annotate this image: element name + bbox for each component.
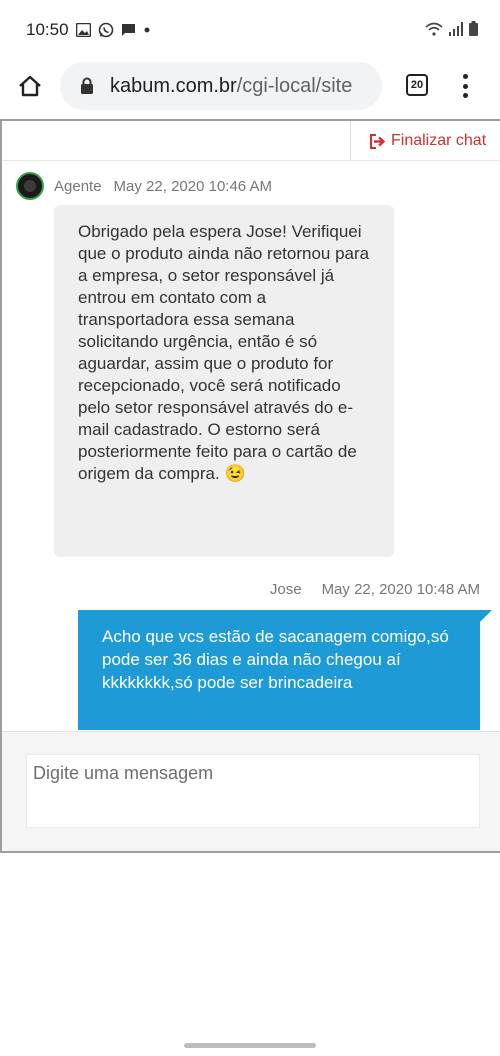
agent-message-bubble: Obrigado pela espera Jose! Verifiquei qu… xyxy=(54,205,394,557)
chat-header: Finalizar chat xyxy=(2,121,500,161)
agent-avatar xyxy=(16,172,44,200)
navigation-gesture-bar[interactable] xyxy=(184,1043,316,1048)
message-list[interactable]: Agente May 22, 2020 10:46 AM Obrigado pe… xyxy=(2,162,500,730)
user-message-text: Acho que vcs estão de sacanagem comigo,s… xyxy=(102,627,449,692)
avatar-figure xyxy=(24,180,36,192)
battery-icon xyxy=(469,21,478,36)
menu-dot xyxy=(462,83,468,89)
agent-message-text: Obrigado pela espera Jose! Verifiquei qu… xyxy=(78,222,370,483)
home-button[interactable] xyxy=(14,70,46,102)
agent-timestamp: May 22, 2020 10:46 AM xyxy=(113,177,272,195)
tab-switcher-button[interactable]: 20 xyxy=(406,74,428,96)
wifi-icon xyxy=(425,22,443,36)
browser-toolbar: kabum.com.br/cgi-local/site 20 xyxy=(0,58,500,116)
lock-icon xyxy=(81,77,93,94)
agent-sender-name: Agente xyxy=(54,177,102,195)
user-timestamp: May 22, 2020 10:48 AM xyxy=(321,581,480,598)
browser-menu-button[interactable] xyxy=(458,72,472,100)
notification-icons xyxy=(76,22,151,38)
message-input[interactable] xyxy=(26,754,480,828)
chat-notification-icon xyxy=(122,24,135,36)
menu-dot xyxy=(462,74,468,79)
end-chat-label: Finalizar chat xyxy=(391,132,487,149)
system-icons xyxy=(425,21,478,36)
user-message-bubble: Acho que vcs estão de sacanagem comigo,s… xyxy=(78,610,492,730)
end-chat-button[interactable]: Finalizar chat xyxy=(350,121,500,161)
url-text: kabum.com.br/cgi-local/site xyxy=(110,75,352,98)
status-bar: 10:50 xyxy=(0,0,500,62)
user-message-meta: Jose May 22, 2020 10:48 AM xyxy=(270,581,480,598)
url-domain: kabum.com.br xyxy=(110,75,237,97)
exit-icon xyxy=(370,133,385,149)
agent-message-meta: Agente May 22, 2020 10:46 AM xyxy=(16,172,272,200)
address-bar[interactable]: kabum.com.br/cgi-local/site xyxy=(60,62,382,110)
user-sender-name: Jose xyxy=(269,581,302,598)
menu-dot xyxy=(462,93,468,98)
message-composer xyxy=(2,731,500,851)
status-time: 10:50 xyxy=(26,20,69,39)
home-icon xyxy=(19,75,41,97)
dot-icon xyxy=(144,27,150,33)
url-path: /cgi-local/site xyxy=(236,75,353,97)
gallery-icon xyxy=(76,23,91,37)
whatsapp-icon xyxy=(98,22,114,38)
chat-window: Finalizar chat Agente May 22, 2020 10:46… xyxy=(0,119,500,853)
signal-icon xyxy=(449,21,463,36)
